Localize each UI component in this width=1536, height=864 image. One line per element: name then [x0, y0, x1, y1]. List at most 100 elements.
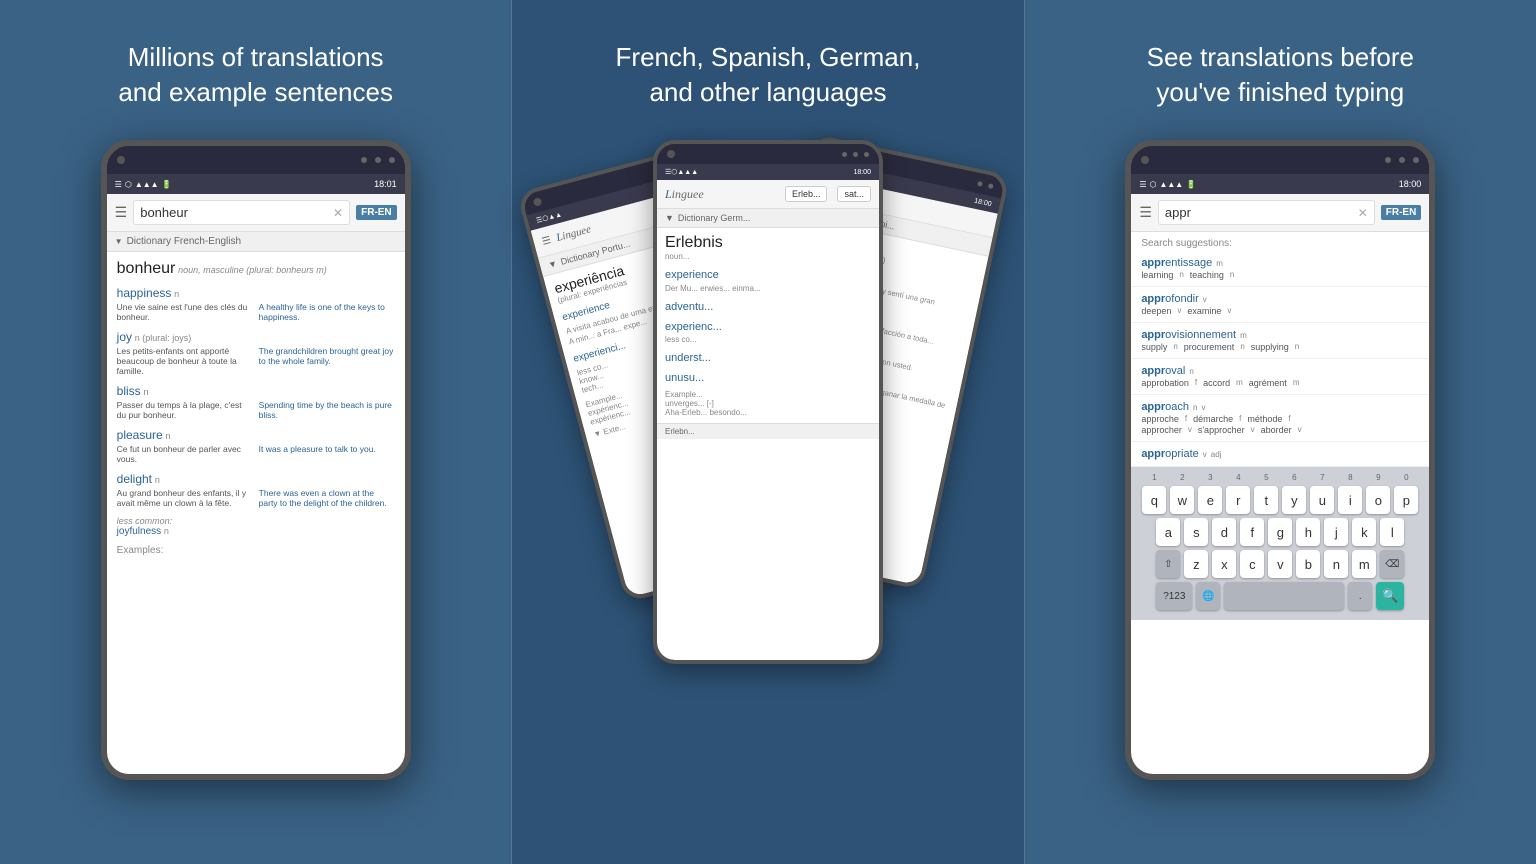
search-value-3: appr [1165, 205, 1191, 220]
tr-tag-pleasure: n [165, 431, 170, 441]
hamburger-icon-3[interactable]: ☰ [1139, 204, 1152, 221]
status-icon-3a: ☰ [1139, 180, 1146, 189]
phone-screen-3: ☰ appr ✕ FR-EN Search suggestions: appre… [1131, 194, 1429, 774]
example-fr-joy: Les petits-enfants ont apporté beaucoup … [117, 346, 253, 376]
status-icon-bt: ⬡ [125, 180, 132, 189]
status-icon-3b: ⬡ [1149, 180, 1156, 189]
sug-tr-supplying: supplying [1251, 342, 1289, 352]
kb-key-r[interactable]: r [1226, 486, 1250, 514]
kb-key-i[interactable]: i [1338, 486, 1362, 514]
sug-tr-demarche: démarche [1193, 414, 1233, 424]
status-time-3: 18:00 [1399, 179, 1422, 189]
arrow-icon-1: ▼ [115, 237, 123, 246]
kb-key-c[interactable]: c [1240, 550, 1264, 578]
tr-front-adv: adventu... [665, 301, 871, 313]
keyboard-3: 1 2 3 4 5 6 7 8 9 0 q w [1131, 467, 1429, 620]
kb-key-enter[interactable]: 🔍 [1376, 582, 1404, 610]
example-bliss: Passer du temps à la plage, c'est du pur… [117, 400, 395, 420]
sug-tr-approbation: approbation [1141, 378, 1189, 388]
translation-group-bliss: bliss n Passer du temps à la plage, c'es… [117, 384, 395, 420]
camera-left [533, 197, 543, 207]
sug-prefix-app3: appr [1141, 329, 1165, 341]
suggestion-apprentissage[interactable]: apprentissage m learning n teaching n [1131, 251, 1429, 287]
kb-key-b[interactable]: b [1296, 550, 1320, 578]
main-word-front: Erlebnis [665, 234, 871, 252]
status-front: ☰⬡▲▲▲ 18:00 [657, 164, 879, 180]
kb-key-globe[interactable]: 🌐 [1196, 582, 1220, 610]
tr-adventure: adventu... [665, 301, 713, 313]
search-bar-3: ☰ appr ✕ FR-EN [1131, 194, 1429, 232]
kb-key-l[interactable]: l [1380, 518, 1404, 546]
sug-word-app5: approach [1141, 401, 1189, 413]
sug-tag-app6b: adj [1211, 450, 1222, 459]
kb-key-q[interactable]: q [1142, 486, 1166, 514]
sug-tag-app6a: v [1203, 450, 1207, 459]
kb-key-t[interactable]: t [1254, 486, 1278, 514]
camera-front [667, 150, 675, 158]
sug-tr-agrement: agrément [1249, 378, 1287, 388]
lang-badge-3[interactable]: FR-EN [1381, 205, 1422, 220]
panel-1: Millions of translationsand example sent… [0, 0, 511, 864]
example-en-happiness: A healthy life is one of the keys to hap… [259, 302, 395, 322]
clear-button-1[interactable]: ✕ [333, 206, 343, 220]
search-input-1[interactable]: bonheur ✕ [133, 200, 350, 225]
suggestion-approvisionnement[interactable]: approvisionnement m supply n procurement… [1131, 323, 1429, 359]
screen-front: Linguee Erleb... sat... ▼ Dictionary Ger… [657, 180, 879, 660]
status-icon-signal: ▲▲▲ [135, 180, 159, 189]
lang-badge-1[interactable]: FR-EN [356, 205, 397, 220]
kb-key-p[interactable]: p [1394, 486, 1418, 514]
tr-word-happiness: happiness [117, 286, 172, 300]
clear-button-3[interactable]: ✕ [1358, 206, 1368, 220]
kb-key-shift[interactable]: ⇧ [1156, 550, 1180, 578]
suggestion-approfondir[interactable]: approfondir v deepen v examine v [1131, 287, 1429, 323]
kb-key-x[interactable]: x [1212, 550, 1236, 578]
sug-prefix-app1: appr [1141, 257, 1165, 269]
tr-tag-delight: n [155, 475, 160, 485]
status-icon-battery: 🔋 [162, 180, 172, 189]
kb-key-j[interactable]: j [1324, 518, 1348, 546]
kb-key-numbers[interactable]: ?123 [1156, 582, 1192, 610]
word-meta-1: noun, masculine (plural: bonheurs m) [178, 265, 327, 275]
sug-word-app1: apprentissage [1141, 257, 1212, 269]
less-common-word-1: joyfulness n [117, 526, 395, 537]
kb-key-k[interactable]: k [1352, 518, 1376, 546]
suggestion-approach[interactable]: approach n v approche f démarche f métho… [1131, 395, 1429, 442]
tab-front-2[interactable]: sat... [837, 186, 871, 202]
sug-tr-learning: learning [1141, 270, 1173, 280]
sug-main-app6: appropriate v adj [1141, 448, 1419, 460]
phone-front: ☰⬡▲▲▲ 18:00 Linguee Erleb... sat... ▼ Di… [653, 140, 883, 664]
kb-key-n[interactable]: n [1324, 550, 1348, 578]
less-front: less co... [665, 335, 871, 344]
kb-key-m[interactable]: m [1352, 550, 1376, 578]
kb-key-d[interactable]: d [1212, 518, 1236, 546]
suggestion-appropriate[interactable]: appropriate v adj [1131, 442, 1429, 467]
phone-wrap-1: ☰ ⬡ ▲▲▲ 🔋 18:01 ☰ bonheur ✕ FR-EN [86, 140, 426, 844]
less-common-label-1: less common: [117, 516, 395, 526]
status-bar-3: ☰ ⬡ ▲▲▲ 🔋 18:00 [1131, 174, 1429, 194]
hamburger-icon[interactable]: ☰ [115, 204, 128, 221]
linguee-front: Linguee [665, 187, 779, 202]
kb-key-u[interactable]: u [1310, 486, 1334, 514]
kb-key-v[interactable]: v [1268, 550, 1292, 578]
kb-key-delete[interactable]: ⌫ [1380, 550, 1404, 578]
kb-key-o[interactable]: o [1366, 486, 1390, 514]
kb-key-w[interactable]: w [1170, 486, 1194, 514]
example-front: Example... [665, 390, 871, 399]
kb-key-g[interactable]: g [1268, 518, 1292, 546]
kb-key-e[interactable]: e [1198, 486, 1222, 514]
kb-key-s[interactable]: s [1184, 518, 1208, 546]
kb-key-space[interactable] [1224, 582, 1344, 610]
kb-key-f[interactable]: f [1240, 518, 1264, 546]
suggestion-approval[interactable]: approval n approbation f accord m agréme… [1131, 359, 1429, 395]
kb-key-a[interactable]: a [1156, 518, 1180, 546]
search-input-3[interactable]: appr ✕ [1158, 200, 1375, 225]
translation-group-joy: joy n (plural: joys) Les petits-enfants … [117, 330, 395, 376]
kb-key-y[interactable]: y [1282, 486, 1306, 514]
tr-front-und: underst... [665, 352, 871, 364]
kb-key-period[interactable]: . [1348, 582, 1372, 610]
tab-front-1[interactable]: Erleb... [785, 186, 828, 202]
example-fr-pleasure: Ce fut un bonheur de parler avec vous. [117, 444, 253, 464]
sug-tag-app5a: n [1193, 403, 1197, 412]
kb-key-h[interactable]: h [1296, 518, 1320, 546]
kb-key-z[interactable]: z [1184, 550, 1208, 578]
